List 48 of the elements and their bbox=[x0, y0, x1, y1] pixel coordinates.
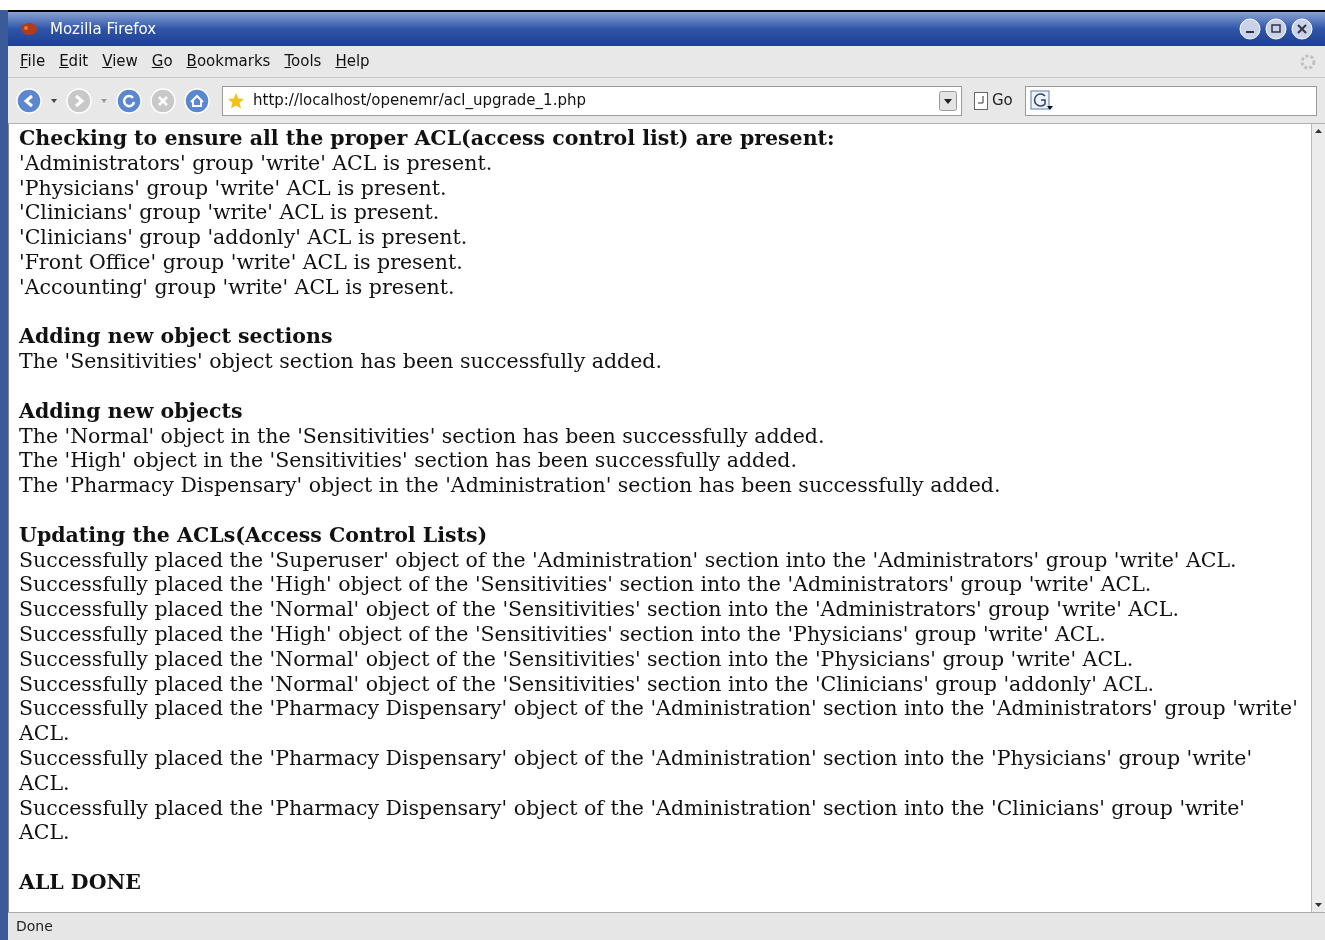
status-message: Successfully placed the 'Pharmacy Dispensary' object of the 'Administration' section into the 'Physicians' group 'write' ACL. bbox=[19, 745, 1254, 796]
status-message: Successfully placed the 'Pharmacy Dispensary' object of the 'Administration' section into the 'Clinicians' group 'write' ACL. bbox=[19, 795, 1246, 846]
menu-item[interactable]: File bbox=[16, 50, 50, 73]
status-message: 'Accounting' group 'write' ACL is present. bbox=[19, 274, 456, 300]
status-message: Successfully placed the 'High' object of the 'Sensitivities' section into the 'Administrators' group 'write' ACL. bbox=[19, 572, 1153, 598]
section-heading: Adding new objects bbox=[19, 398, 244, 424]
status-message: 'Clinicians' group 'addonly' ACL is present. bbox=[19, 225, 469, 250]
section-heading: Updating the ACLs(Access Control Lists) bbox=[19, 522, 489, 548]
search-field[interactable] bbox=[1024, 85, 1317, 116]
menu-item[interactable]: Go bbox=[147, 50, 177, 73]
close-button[interactable] bbox=[1291, 18, 1313, 40]
scrollbar[interactable] bbox=[1311, 124, 1325, 912]
restore-button[interactable] bbox=[1265, 18, 1287, 40]
go-button[interactable]: Go bbox=[970, 89, 1017, 112]
status-message: Successfully placed the 'High' object of the 'Sensitivities' section into the 'Physicians' group 'write' ACL. bbox=[19, 621, 1107, 647]
status-message: The 'High' object in the 'Sensitivities' section has been successfully added. bbox=[19, 448, 798, 474]
menu-item[interactable]: Bookmarks bbox=[182, 50, 275, 73]
menu-item[interactable]: Help bbox=[331, 50, 374, 73]
window-title: Mozilla Firefox bbox=[50, 18, 157, 40]
status-message: Successfully placed the 'Normal' object of the 'Sensitivities' section into the 'Administrators' group 'write' ACL. bbox=[19, 597, 1180, 622]
menu-item[interactable]: Edit bbox=[55, 50, 93, 73]
section-heading: Adding new object sections bbox=[19, 324, 334, 350]
status-message: The 'Pharmacy Dispensary' object in the 'Administration' section has been successfully added. bbox=[19, 473, 1002, 498]
status-message: Successfully placed the 'Superuser' object of the 'Administration' section into the 'Administrators' group 'write' ACL. bbox=[19, 547, 1238, 573]
url-text: http://localhost/openemr/acl_upgrade_1.php bbox=[253, 90, 586, 112]
dropdown-arrow-icon[interactable] bbox=[50, 97, 58, 104]
status-message: Successfully placed the 'Normal' object of the 'Sensitivities' section into the 'Physicians' group 'write' ACL. bbox=[19, 646, 1135, 672]
menu-item[interactable]: View bbox=[98, 50, 142, 73]
star-icon bbox=[227, 91, 245, 110]
home-button[interactable] bbox=[184, 87, 210, 114]
status-message: The 'Normal' object in the 'Sensitivities' section has been successfully added. bbox=[19, 423, 826, 449]
status-message: 'Clinicians' group 'write' ACL is present. bbox=[19, 200, 441, 226]
status-message: 'Administrators' group 'write' ACL is present. bbox=[19, 150, 494, 176]
section-heading: ALL DONE bbox=[19, 869, 142, 895]
status-message: Successfully placed the 'Pharmacy Dispensary' object of the 'Administration' section into the 'Administrators' group 'write' ACL. bbox=[19, 696, 1299, 746]
menu-item[interactable]: Tools bbox=[280, 50, 326, 73]
status-text: Done bbox=[16, 917, 53, 936]
search-engine-icon[interactable] bbox=[1029, 89, 1054, 112]
back-button[interactable] bbox=[16, 87, 42, 114]
reload-button[interactable] bbox=[116, 87, 142, 114]
status-message: 'Front Office' group 'write' ACL is present. bbox=[19, 250, 464, 275]
section-heading: Checking to ensure all the proper ACL(access control list) are present: bbox=[19, 126, 836, 151]
throbber-icon bbox=[1299, 52, 1317, 71]
status-message: The 'Sensitivities' object section has been successfully added. bbox=[19, 349, 663, 374]
minimize-button[interactable] bbox=[1239, 18, 1261, 40]
status-message: Successfully placed the 'Normal' object of the 'Sensitivities' section into the 'Clinicians' group 'addonly' ACL. bbox=[19, 671, 1155, 697]
status-message: 'Physicians' group 'write' ACL is present. bbox=[19, 175, 448, 201]
address-field[interactable]: http://localhost/openemr/acl_upgrade_1.php bbox=[222, 85, 962, 116]
